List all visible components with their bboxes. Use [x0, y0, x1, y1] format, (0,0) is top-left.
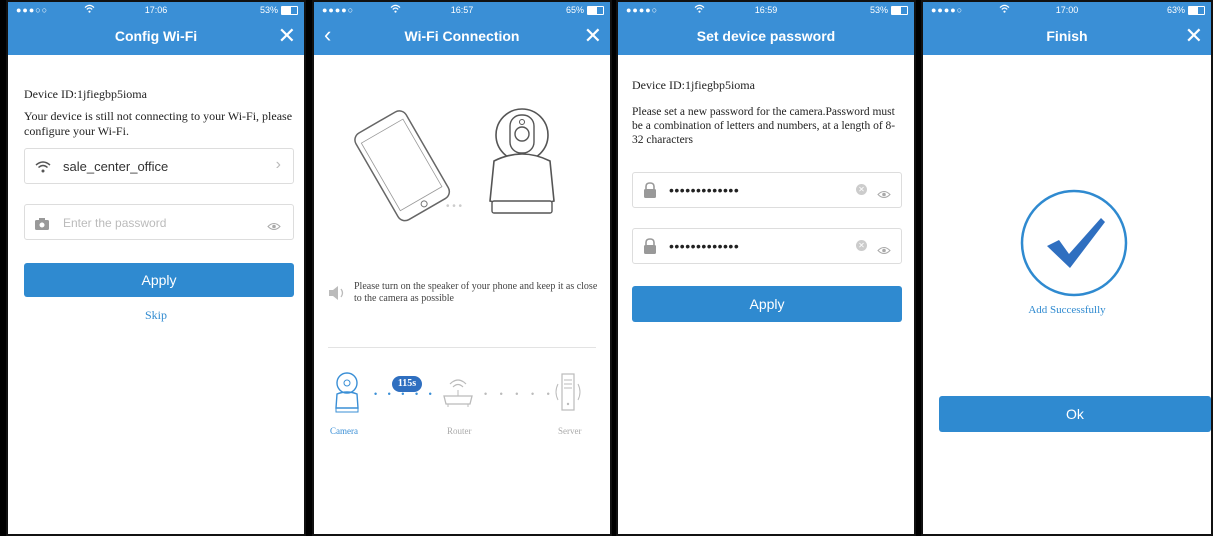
lock-icon: [643, 238, 657, 259]
battery-icon: [281, 6, 298, 15]
skip-link[interactable]: Skip: [8, 308, 304, 323]
step-server: [546, 370, 590, 419]
status-bar: ●●●○○ 17:06 53%: [8, 2, 304, 19]
password-placeholder: Enter the password: [63, 216, 167, 230]
wifi-message: Your device is still not connecting to y…: [24, 109, 293, 138]
wifi-ssid-selector[interactable]: sale_center_office ›: [24, 148, 294, 184]
close-icon[interactable]: ✕: [278, 25, 296, 47]
page-title: Set device password: [696, 28, 836, 44]
password-value-1: •••••••••••••: [669, 182, 740, 198]
wifi-password-field[interactable]: Enter the password: [24, 204, 294, 240]
camera-icon: [334, 372, 360, 418]
checkmark-icon: [1019, 188, 1129, 303]
router-icon: [440, 379, 476, 412]
phone-camera-illustration: • • •: [354, 108, 555, 222]
navbar: ‹ Wi-Fi Connection ✕: [314, 19, 610, 55]
wifi-connection-screen: ●●●●○ 16:57 65% ‹ Wi-Fi Connection ✕ • •…: [312, 0, 612, 536]
status-bar: ●●●●○ 16:59 53%: [618, 2, 914, 19]
clear-icon[interactable]: ✕: [856, 184, 867, 195]
close-icon[interactable]: ✕: [1185, 25, 1203, 47]
lock-icon: [643, 182, 657, 203]
password-value-2: •••••••••••••: [669, 238, 740, 254]
battery-icon: [587, 6, 604, 15]
countdown-badge: 115s: [392, 376, 422, 392]
device-id: Device ID:1jfiegbp5ioma: [24, 87, 147, 101]
battery-percent: 65%: [565, 5, 584, 15]
step-camera-label: Camera: [330, 426, 358, 436]
ok-button[interactable]: Ok: [939, 396, 1211, 432]
chevron-right-icon: ›: [275, 156, 281, 173]
status-bar: ●●●●○ 16:57 65%: [314, 2, 610, 19]
eye-icon[interactable]: [877, 186, 891, 204]
speaker-icon: [328, 285, 348, 306]
close-icon[interactable]: ✕: [584, 25, 602, 47]
success-text: Add Successfully: [1028, 304, 1106, 316]
apply-button[interactable]: Apply: [24, 263, 294, 297]
step-router: [440, 376, 476, 413]
config-wifi-screen: ●●●○○ 17:06 53% Config Wi-Fi ✕ Device ID…: [6, 0, 306, 536]
progress-dots-right: • • • • •: [484, 389, 555, 399]
wifi-icon: [35, 160, 51, 178]
navbar: Config Wi-Fi ✕: [8, 19, 304, 55]
set-password-screen: ●●●●○ 16:59 53% Set device password Devi…: [616, 0, 916, 536]
wifi-ssid: sale_center_office: [63, 159, 169, 174]
divider: [328, 347, 596, 348]
password-field-1[interactable]: ••••••••••••• ✕: [632, 172, 902, 208]
step-router-label: Router: [447, 426, 472, 436]
status-bar: ●●●●○ 17:00 63%: [923, 2, 1211, 19]
page-title: Config Wi-Fi: [114, 28, 198, 44]
clear-icon[interactable]: ✕: [856, 240, 867, 251]
battery-percent: 53%: [869, 5, 888, 15]
password-instructions: Please set a new password for the camera…: [632, 106, 896, 146]
svg-text:• • •: • • •: [446, 201, 463, 212]
page-title: Wi-Fi Connection: [404, 28, 520, 44]
navbar: Finish ✕: [923, 19, 1211, 55]
speaker-hint: Please turn on the speaker of your phone…: [354, 281, 598, 304]
lock-icon: [35, 217, 49, 235]
navbar: Set device password: [618, 19, 914, 55]
device-id: Device ID:1jfiegbp5ioma: [632, 78, 755, 92]
server-icon: [546, 373, 590, 418]
battery-icon: [1188, 6, 1205, 15]
step-server-label: Server: [558, 426, 582, 436]
page-title: Finish: [1046, 28, 1088, 44]
eye-icon[interactable]: [267, 218, 281, 236]
step-camera: [330, 372, 364, 419]
password-field-2[interactable]: ••••••••••••• ✕: [632, 228, 902, 264]
battery-icon: [891, 6, 908, 15]
battery-percent: 63%: [1166, 5, 1185, 15]
eye-icon[interactable]: [877, 242, 891, 260]
apply-button[interactable]: Apply: [632, 286, 902, 322]
battery-percent: 53%: [259, 5, 278, 15]
finish-screen: ●●●●○ 17:00 63% Finish ✕ Add Successfull…: [921, 0, 1213, 536]
